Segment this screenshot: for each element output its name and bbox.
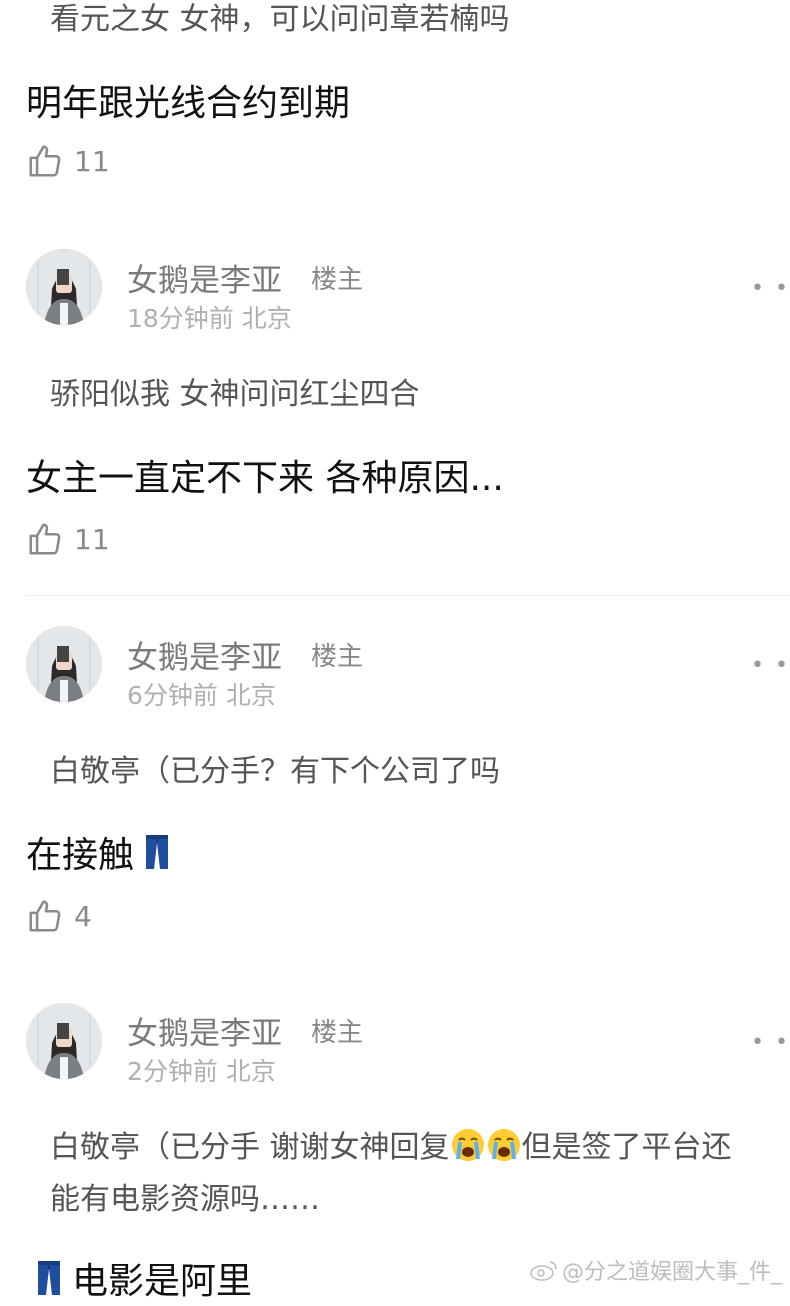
- location: 北京: [225, 681, 276, 710]
- timestamp: 18分钟前: [127, 304, 234, 333]
- timestamp: 2分钟前: [127, 1057, 218, 1086]
- comment-1-like-count: 11: [74, 144, 110, 178]
- more-dots-icon[interactable]: • •: [751, 653, 790, 678]
- comment-1-quote: 看元之女 女神，可以问问章若楠吗: [50, 2, 510, 37]
- comment-2-like-count: 11: [74, 522, 110, 556]
- comment-2-like-button[interactable]: 11: [26, 520, 110, 558]
- comment-4-reply-text: 电影是阿里: [72, 1261, 253, 1302]
- comment-1-like-button[interactable]: 11: [26, 142, 110, 180]
- comment-4-quote-line-1: 白敬亭（已分手 谢谢女神回复 但是签了平台还: [50, 1122, 732, 1171]
- comment-4-quote-text-a: 白敬亭（已分手 谢谢女神回复: [50, 1130, 450, 1165]
- comment-3-quote: 白敬亭（已分手？有下个公司了吗: [50, 754, 500, 789]
- comment-3-reply-text: 在接触: [26, 835, 135, 876]
- avatar[interactable]: [26, 249, 102, 325]
- thumbs-up-icon: [29, 900, 61, 932]
- username[interactable]: 女鹅是李亚: [127, 255, 282, 300]
- comment-3-like-button[interactable]: 4: [26, 897, 92, 935]
- comment-3-reply: 在接触: [26, 826, 170, 880]
- loudly-crying-face-emoji: [486, 1127, 522, 1171]
- owner-badge: 楼主: [311, 265, 364, 295]
- comment-2-reply: 女主一直定不下来 各种原因...: [26, 458, 504, 499]
- comment-3-like-count: 4: [74, 899, 92, 933]
- location: 北京: [225, 1057, 276, 1086]
- comment-4-quote-line-2: 能有电影资源吗……: [50, 1182, 320, 1217]
- thumbs-up-icon: [29, 523, 61, 555]
- comment-2-quote: 骄阳似我 女神问问红尘四合: [50, 377, 420, 412]
- watermark: @分之道娱圈大事_件_: [530, 1254, 782, 1286]
- divider: [26, 595, 790, 596]
- watermark-text: @分之道娱圈大事_件_: [561, 1260, 782, 1285]
- comment-4-reply: 电影是阿里: [36, 1252, 252, 1306]
- owner-badge: 楼主: [311, 1018, 364, 1048]
- username[interactable]: 女鹅是李亚: [127, 1008, 282, 1053]
- avatar-photo-icon: [26, 249, 102, 325]
- timestamp: 6分钟前: [127, 681, 218, 710]
- jeans-emoji: [36, 1259, 62, 1306]
- location: 北京: [241, 304, 292, 333]
- avatar-photo-icon: [26, 626, 102, 702]
- owner-badge: 楼主: [311, 642, 364, 672]
- username[interactable]: 女鹅是李亚: [127, 632, 282, 677]
- loudly-crying-face-emoji: [450, 1127, 486, 1171]
- weibo-logo-icon: [530, 1261, 557, 1281]
- comment-3-meta: 6分钟前 北京: [127, 676, 276, 712]
- avatar[interactable]: [26, 1003, 102, 1079]
- comment-2-meta: 18分钟前 北京: [127, 299, 292, 335]
- avatar-photo-icon: [26, 1003, 102, 1079]
- more-dots-icon[interactable]: • •: [751, 276, 790, 301]
- comment-1-reply: 明年跟光线合约到期: [26, 83, 351, 124]
- thumbs-up-icon: [29, 145, 61, 177]
- comment-4-quote-text-b: 但是签了平台还: [521, 1130, 732, 1165]
- comment-4-meta: 2分钟前 北京: [127, 1052, 276, 1088]
- jeans-emoji: [144, 833, 170, 880]
- more-dots-icon[interactable]: • •: [751, 1030, 790, 1055]
- avatar[interactable]: [26, 626, 102, 702]
